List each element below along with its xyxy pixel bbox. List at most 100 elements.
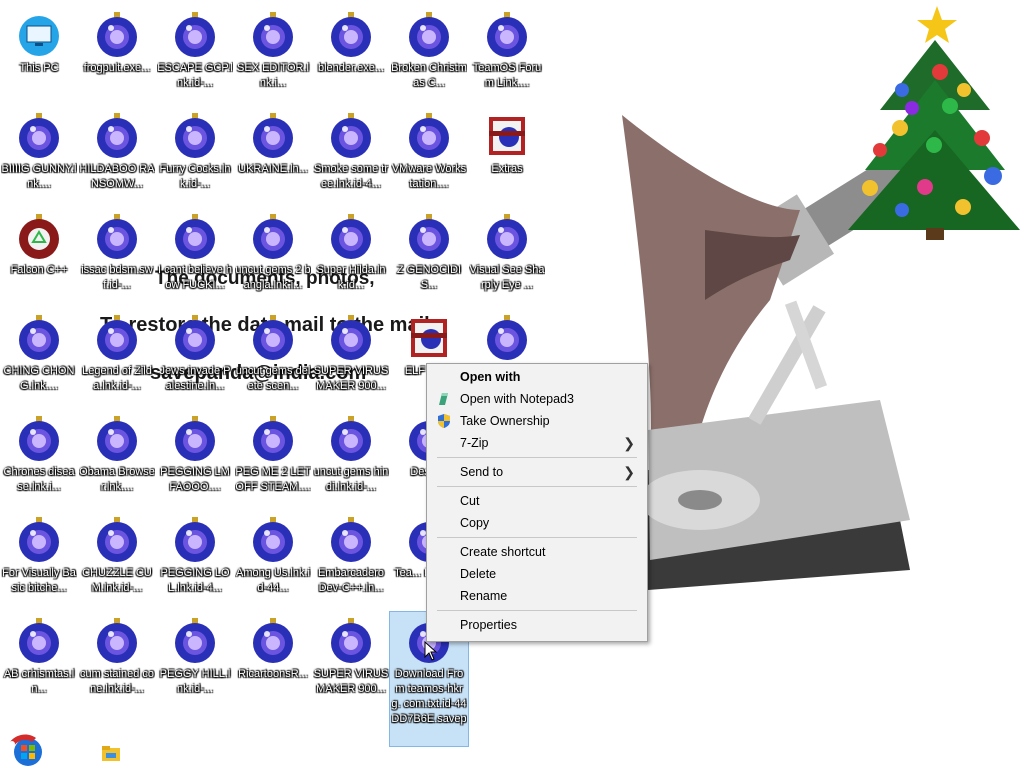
desktop-icon[interactable]: SUPER VIRUS MAKER 900... [312,612,390,708]
desktop-icon[interactable]: uncut gems hindi.lnk.id-... [312,410,390,506]
menu-open-with-label: Open with [460,370,521,384]
desktop-icon-label: Download From teamos-hkrg. com.txt.id-44… [391,668,467,725]
desktop-icon[interactable]: HILDABOO RANSOMW... [78,107,156,203]
ornament-icon [175,214,215,259]
desktop-icon[interactable]: uncut gems 2 bangla.lnk.i... [234,208,312,304]
desktop-icon[interactable]: For Visually Basic bitche... [0,511,78,607]
desktop-icon-label: Super Hilda.lnk.id... [316,264,386,291]
menu-send-to-label: Send to [460,465,504,479]
desktop-icon-label: I cant believe how FUCKI... [158,264,232,291]
menu-7zip[interactable]: 7-Zip ❯ [427,432,647,454]
menu-create-shortcut[interactable]: Create shortcut [427,541,647,563]
ornament-icon [97,517,137,562]
desktop-icon[interactable]: PEGGING LMFAOOO.... [156,410,234,506]
desktop-icon[interactable]: This PC [0,6,78,102]
desktop-icon-label: PEGGY HILL.lnk.id-... [159,668,231,695]
desktop-icon-label: Obama Browser.lnk.... [79,466,155,493]
desktop-icon[interactable]: Extras [468,107,546,203]
menu-separator [437,537,637,538]
desktop-icon[interactable]: CHING CHONG.lnk.... [0,309,78,405]
desktop-icon[interactable]: I cant believe how FUCKI... [156,208,234,304]
desktop-icon[interactable]: VMware Workstation.... [390,107,468,203]
menu-take-ownership[interactable]: Take Ownership [427,410,647,432]
desktop-icon[interactable]: Z GENOCIDIS... [390,208,468,304]
menu-delete[interactable]: Delete [427,563,647,585]
menu-cut[interactable]: Cut [427,490,647,512]
start-orb-icon[interactable] [6,732,46,768]
ornament-icon [331,416,371,461]
desktop-icon[interactable]: Legend of Zilda.lnk.id-... [78,309,156,405]
desktop-icon[interactable]: CHUZZLE CUM.lnk.id-... [78,511,156,607]
menu-properties[interactable]: Properties [427,614,647,636]
mouse-cursor-icon [424,641,438,661]
ornament-icon [487,12,527,57]
uac-shield-icon [438,414,450,428]
desktop-icon[interactable]: uncut gems delete scen... [234,309,312,405]
desktop-icon[interactable]: PEG ME 2 LET OFF STEAM.... [234,410,312,506]
desktop-icon[interactable]: cum stained cone.lnk.id-... [78,612,156,708]
ornament-icon [253,113,293,158]
ornament-icon [409,214,449,259]
desktop-icon[interactable]: frogpult.exe... [78,6,156,102]
desktop-icon[interactable]: Jews invade Palestine.ln... [156,309,234,405]
ornament-icon [409,12,449,57]
desktop-icon[interactable]: AB crhismtas.ln... [0,612,78,708]
ornament-icon [409,113,449,158]
ornament-icon [175,113,215,158]
menu-copy[interactable]: Copy [427,512,647,534]
desktop-icon[interactable]: SEX EDITOR.lnk.i... [234,6,312,102]
desktop-icon-label: AB crhismtas.ln... [3,668,75,695]
desktop-icon-label: UKRAINE.ln... [238,163,308,175]
menu-open-with-notepad3-label: Open with Notepad3 [460,392,574,406]
ornament-icon [97,618,137,663]
desktop-icon[interactable]: ESCAPE GCP.lnk.id-... [156,6,234,102]
desktop-icon-label: CHUZZLE CUM.lnk.id-... [82,567,152,594]
desktop-icon[interactable]: Visual See Sharply Eye ... [468,208,546,304]
menu-take-ownership-label: Take Ownership [460,414,550,428]
desktop-icon-label: frogpult.exe... [83,62,151,74]
ornament-icon [331,113,371,158]
desktop-icon[interactable]: TeamOS Forum Link.... [468,6,546,102]
ornament-icon [331,315,371,360]
menu-rename-label: Rename [460,589,508,603]
desktop-icon[interactable]: Furry Cocks.lnk.id-... [156,107,234,203]
desktop-icon-label: Falcon C++ [10,264,68,276]
menu-send-to[interactable]: Send to ❯ [427,461,647,483]
desktop-icon[interactable]: Smoke some tree.lnk.id-4... [312,107,390,203]
desktop-icon-label: ESCAPE GCP.lnk.id-... [157,62,233,89]
monitor-icon [19,16,59,56]
ornament-icon [331,517,371,562]
desktop-icon[interactable]: issac bdsm.swf.id-... [78,208,156,304]
desktop-icon-label: Z GENOCIDIS... [396,264,462,291]
desktop-icon[interactable]: Embarcadero Dev-C++.ln... [312,511,390,607]
desktop-icon[interactable]: UKRAINE.ln... [234,107,312,203]
desktop-icon[interactable]: PEGGY HILL.lnk.id-... [156,612,234,708]
desktop-icon[interactable]: Among Us.lnk.id-44... [234,511,312,607]
desktop-icon-label: uncut gems 2 bangla.lnk.i... [235,264,311,291]
menu-separator [437,610,637,611]
winrar-archive-icon [411,319,447,357]
desktop-icon[interactable]: Super Hilda.lnk.id... [312,208,390,304]
desktop-icon[interactable]: BIIIIG GUNNY.lnk.... [0,107,78,203]
desktop-icon[interactable]: PEGGING LOL.lnk.id-4... [156,511,234,607]
desktop-icon[interactable]: Chrones disease.lnk.i... [0,410,78,506]
desktop-icon[interactable]: SUPER VIRUS MAKER 900... [312,309,390,405]
menu-rename[interactable]: Rename [427,585,647,607]
desktop-icon-label: RicartoonsR... [238,668,308,680]
desktop-icon[interactable]: RicartoonsR... [234,612,312,708]
desktop-icon[interactable]: Obama Browser.lnk.... [78,410,156,506]
ornament-icon [19,517,59,562]
menu-open-with[interactable]: Open with [427,366,647,388]
desktop-icon-label: issac bdsm.swf.id-... [81,264,153,291]
desktop-icon[interactable]: Falcon C++ [0,208,78,304]
desktop-icon-label: BIIIIG GUNNY.lnk.... [1,163,77,190]
file-explorer-icon[interactable] [101,744,121,762]
desktop-icon[interactable]: Broken Christmas C... [390,6,468,102]
ornament-icon [253,315,293,360]
desktop-icon-label: Jews invade Palestine.ln... [159,365,231,392]
menu-separator [437,457,637,458]
desktop-icon-label: Visual See Sharply Eye ... [469,264,545,291]
menu-open-with-notepad3[interactable]: Open with Notepad3 [427,388,647,410]
desktop-icon[interactable]: blender.exe... [312,6,390,102]
ornament-icon [97,214,137,259]
